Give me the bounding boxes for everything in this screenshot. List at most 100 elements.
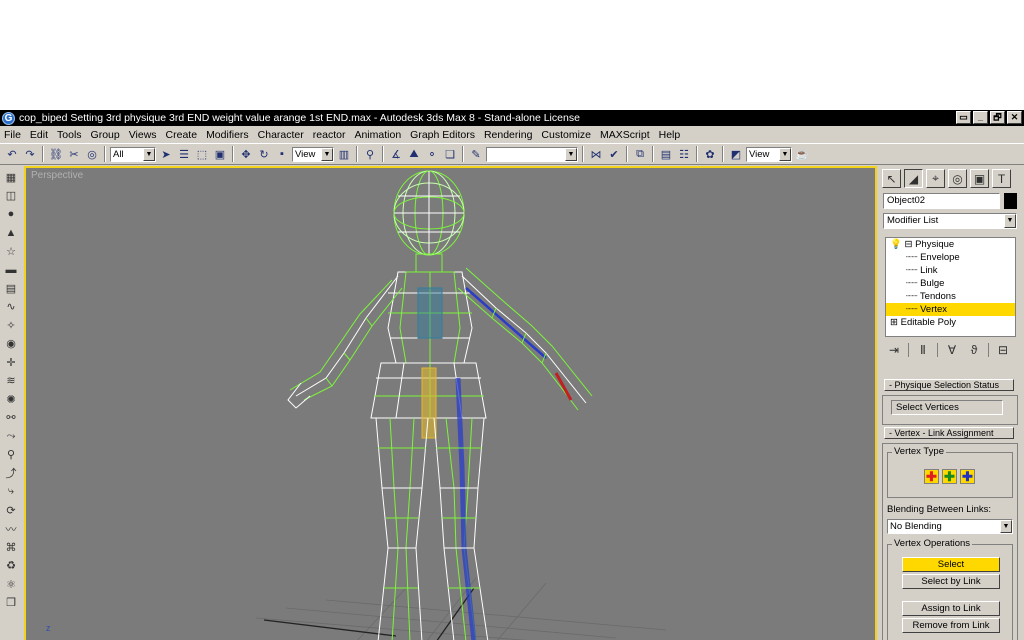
remove-modifier-icon[interactable]: ϑ (966, 343, 982, 357)
menu-edit[interactable]: Edit (30, 129, 48, 141)
render-view-dropdown[interactable]: View ▼ (746, 146, 792, 162)
make-unique-icon[interactable]: ∀ (944, 343, 960, 357)
modify-tab-icon[interactable]: ◢ (904, 169, 923, 188)
menu-group[interactable]: Group (91, 129, 120, 141)
particle-icon[interactable]: ✺ (3, 392, 19, 406)
stack-item-physique[interactable]: 💡 ⊟ Physique (886, 238, 1015, 251)
collapse-icon[interactable]: ⊟ (904, 239, 912, 250)
blending-dropdown[interactable]: No Blending ▼ (887, 519, 1013, 534)
quick-render-icon[interactable]: ☕ (794, 146, 810, 162)
remove-from-link-button[interactable]: Remove from Link (902, 618, 1000, 633)
window-crossing-icon[interactable]: ▣ (212, 146, 228, 162)
vertex-type-root-button[interactable]: ✚ (960, 469, 975, 484)
configure-modifier-sets-icon[interactable]: ⊟ (995, 343, 1011, 357)
physique-selection-status-rollout[interactable]: - Physique Selection Status (884, 379, 1014, 391)
spinner-snap-icon[interactable]: ⚬ (424, 146, 440, 162)
star-icon[interactable]: ☆ (3, 244, 19, 258)
grid-icon[interactable]: ▤ (3, 281, 19, 295)
display-tab-icon[interactable]: ▣ (970, 169, 989, 188)
app-logo-icon[interactable]: G (2, 111, 15, 125)
ik-icon[interactable]: ⤳ (3, 429, 19, 443)
bind-space-warp-icon[interactable]: ◎ (84, 146, 100, 162)
maximize-button[interactable]: 🗗 (990, 111, 1005, 124)
restore-panel-button[interactable]: ▭ (956, 111, 971, 124)
menu-help[interactable]: Help (659, 129, 681, 141)
menu-reactor[interactable]: reactor (313, 129, 346, 141)
material-editor-icon[interactable]: ✿ (702, 146, 718, 162)
vertex-link-assignment-rollout[interactable]: - Vertex - Link Assignment (884, 427, 1014, 439)
menu-maxscript[interactable]: MAXScript (600, 129, 650, 141)
named-sel-icon[interactable]: ❏ (442, 146, 458, 162)
create-tab-icon[interactable]: ↖ (882, 169, 901, 188)
named-selection-dropdown[interactable]: ▼ (486, 146, 578, 162)
skin-icon[interactable]: ⚲ (3, 448, 19, 462)
menu-views[interactable]: Views (129, 129, 157, 141)
stack-item-envelope[interactable]: ┈┈ Envelope (886, 251, 1015, 264)
sphere-icon[interactable]: ● (3, 207, 19, 221)
perspective-viewport[interactable]: Perspective z (24, 166, 877, 640)
object-color-swatch[interactable] (1004, 193, 1017, 209)
rect-selection-icon[interactable]: ⬚ (194, 146, 210, 162)
refresh-icon[interactable]: ♻ (3, 559, 19, 573)
select-by-link-button[interactable]: Select by Link (902, 574, 1000, 589)
snap-icon[interactable]: ⚲ (362, 146, 378, 162)
modifier-list-dropdown[interactable]: Modifier List ▼ (883, 213, 1017, 229)
curve-editor-icon[interactable]: ▤ (658, 146, 674, 162)
motion-tab-icon[interactable]: ◎ (948, 169, 967, 188)
cloth-icon[interactable]: ❒ (3, 596, 19, 610)
stack-item-bulge[interactable]: ┈┈ Bulge (886, 277, 1015, 290)
spacewarp-icon[interactable]: ≋ (3, 374, 19, 388)
percent-snap-icon[interactable]: ⛰ (406, 146, 422, 162)
pin-stack-icon[interactable]: ⇥ (886, 343, 902, 357)
vertex-type-rigid-button[interactable]: ✚ (924, 469, 939, 484)
menu-modifiers[interactable]: Modifiers (206, 129, 249, 141)
stack-item-link[interactable]: ┈┈ Link (886, 264, 1015, 277)
viewport-label[interactable]: Perspective (31, 170, 83, 181)
bone-icon[interactable]: ⚯ (3, 411, 19, 425)
expand-icon[interactable]: ⊞ (890, 317, 898, 328)
lightbulb-icon[interactable]: 💡 (890, 239, 902, 250)
stack-item-tendons[interactable]: ┈┈ Tendons (886, 290, 1015, 303)
angle-snap-icon[interactable]: ∡ (388, 146, 404, 162)
move-icon[interactable]: ✥ (238, 146, 254, 162)
utilities-tab-icon[interactable]: T (992, 169, 1011, 188)
camera-icon[interactable]: ◉ (3, 337, 19, 351)
reactor-icon[interactable]: ⚛ (3, 577, 19, 591)
scale-icon[interactable]: ▪ (274, 146, 290, 162)
stack-item-editable-poly[interactable]: ⊞ Editable Poly (886, 316, 1015, 329)
unlink-icon[interactable]: ✂ (66, 146, 82, 162)
undo-icon[interactable]: ↶ (4, 146, 20, 162)
create-cube-icon[interactable]: ▦ (3, 170, 19, 184)
menu-rendering[interactable]: Rendering (484, 129, 532, 141)
bend-icon[interactable]: ⤷ (3, 485, 19, 499)
stack-item-vertex[interactable]: ┈┈ Vertex (886, 303, 1015, 316)
menu-graph-editors[interactable]: Graph Editors (410, 129, 475, 141)
reference-coord-dropdown[interactable]: View ▼ (292, 146, 334, 162)
ffd-icon[interactable]: ⌘ (3, 540, 19, 554)
extrude-icon[interactable]: ⤴ (3, 466, 19, 480)
box-icon[interactable]: ▬ (3, 263, 19, 277)
mirror-icon[interactable]: ⋈ (588, 146, 604, 162)
select-by-name-icon[interactable]: ☰ (176, 146, 192, 162)
edit-named-sel-icon[interactable]: ✎ (468, 146, 484, 162)
menu-create[interactable]: Create (166, 129, 198, 141)
menu-file[interactable]: File (4, 129, 21, 141)
hierarchy-tab-icon[interactable]: ⌖ (926, 169, 945, 188)
assign-to-link-button[interactable]: Assign to Link (902, 601, 1000, 616)
menu-tools[interactable]: Tools (57, 129, 82, 141)
object-name-field[interactable]: Object02 (883, 193, 1000, 209)
layer-manager-icon[interactable]: ⧉ (632, 146, 648, 162)
align-icon[interactable]: ✔ (606, 146, 622, 162)
link-icon[interactable]: ⛓ (48, 146, 64, 162)
menu-customize[interactable]: Customize (541, 129, 591, 141)
schematic-icon[interactable]: ☷ (676, 146, 692, 162)
create-cylinder-icon[interactable]: ◫ (3, 189, 19, 203)
vertex-type-deformable-button[interactable]: ✚ (942, 469, 957, 484)
twist-icon[interactable]: ⟳ (3, 503, 19, 517)
spline-icon[interactable]: ∿ (3, 300, 19, 314)
show-end-result-icon[interactable]: Ⅱ (915, 343, 931, 357)
selection-filter-dropdown[interactable]: All ▼ (110, 146, 156, 162)
minimize-button[interactable]: _ (973, 111, 988, 124)
cone-icon[interactable]: ▲ (3, 226, 19, 240)
rotate-icon[interactable]: ↻ (256, 146, 272, 162)
